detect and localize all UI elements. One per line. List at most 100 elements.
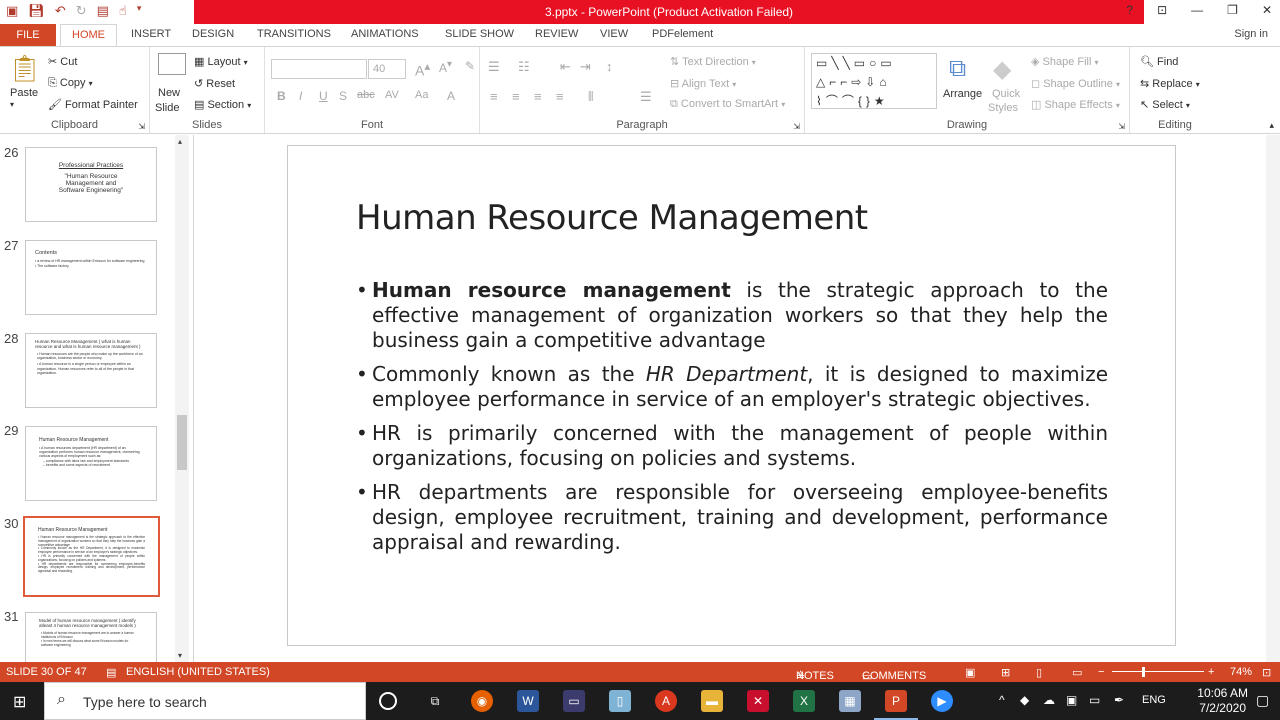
clipboard-launcher-icon[interactable]: ⇲ bbox=[138, 122, 145, 131]
system-clock[interactable]: 10:06 AM 7/2/2020 bbox=[1197, 686, 1248, 716]
new-slide-label-2[interactable]: Slide bbox=[155, 102, 179, 114]
columns-icon[interactable]: ⫴ bbox=[588, 89, 593, 105]
minimize-icon[interactable]: — bbox=[1191, 3, 1203, 17]
paste-icon[interactable]: 📋︎ bbox=[8, 53, 41, 83]
xmind-icon[interactable]: ✕ bbox=[747, 690, 769, 712]
app-icon[interactable]: ▭ bbox=[563, 690, 585, 712]
notification-icon[interactable]: ▢ bbox=[1256, 692, 1269, 709]
quick-styles-label-1[interactable]: Quick bbox=[992, 88, 1020, 100]
quick-styles-icon[interactable]: ◆ bbox=[993, 55, 1025, 85]
slide-thumbnail-31[interactable]: Model of human resource management ( ide… bbox=[25, 612, 157, 662]
slide-thumbnail-30[interactable]: Human Resource Management • Human resour… bbox=[23, 516, 160, 597]
new-slide-icon[interactable] bbox=[158, 53, 186, 75]
collapse-ribbon-icon[interactable]: ▴ bbox=[1269, 120, 1274, 131]
battery-icon[interactable]: ▭ bbox=[1089, 693, 1100, 707]
dropbox-icon[interactable]: ◆ bbox=[1020, 693, 1029, 707]
arrange-button[interactable]: Arrange bbox=[943, 88, 982, 100]
tab-home[interactable]: HOME bbox=[60, 24, 117, 47]
bullets-icon[interactable]: ☰ bbox=[488, 59, 500, 75]
align-right-icon[interactable]: ≡ bbox=[534, 89, 542, 104]
shape-fill-button[interactable]: ◈ Shape Fill ▾ bbox=[1031, 55, 1099, 68]
align-center-icon[interactable]: ≡ bbox=[512, 89, 520, 104]
zoom-level[interactable]: 74% bbox=[1230, 666, 1252, 678]
save-icon[interactable]: 💾︎ bbox=[28, 3, 45, 19]
tab-design[interactable]: DESIGN bbox=[192, 28, 234, 40]
zoom-out-icon[interactable]: − bbox=[1098, 666, 1104, 678]
tab-pdfelement[interactable]: PDFelement bbox=[652, 28, 713, 40]
input-language[interactable]: ENG bbox=[1142, 694, 1166, 706]
task-view-icon[interactable]: ⧉ bbox=[424, 690, 446, 712]
network-icon[interactable]: ▣ bbox=[1066, 693, 1077, 707]
excel-icon[interactable]: X bbox=[793, 690, 815, 712]
image-viewer-icon[interactable]: ▦ bbox=[839, 690, 861, 712]
align-text-button[interactable]: ⊟ Align Text ▾ bbox=[670, 77, 736, 90]
scroll-up-icon[interactable]: ▴ bbox=[178, 137, 182, 146]
taskbar-search-box[interactable]: ⌕ Type here to search bbox=[44, 682, 366, 720]
tab-transitions[interactable]: TRANSITIONS bbox=[257, 28, 331, 40]
canvas-right-scrollbar[interactable] bbox=[1266, 135, 1280, 662]
bold-icon[interactable]: B bbox=[277, 89, 286, 103]
arrange-icon[interactable]: ⧉ bbox=[949, 55, 981, 85]
decrease-indent-icon[interactable]: ⇤ bbox=[560, 59, 571, 75]
replace-button[interactable]: ⇆ Replace ▾ bbox=[1140, 77, 1200, 90]
find-button[interactable]: 🔍︎ Find bbox=[1140, 55, 1178, 68]
restore-icon[interactable]: ❐ bbox=[1227, 3, 1238, 17]
numbering-icon[interactable]: ☷ bbox=[518, 59, 530, 75]
shape-outline-button[interactable]: ◻ Shape Outline ▾ bbox=[1031, 77, 1120, 90]
ribbon-display-icon[interactable]: ⊡ bbox=[1157, 3, 1167, 17]
slide-body[interactable]: Human resource management is the strateg… bbox=[356, 278, 1108, 564]
select-button[interactable]: ↖ Select ▾ bbox=[1140, 98, 1190, 111]
slide-thumbnail-28[interactable]: Human Resource Management ( what is huma… bbox=[25, 333, 157, 408]
convert-smartart-button[interactable]: ⧉ Convert to SmartArt ▾ bbox=[670, 98, 785, 111]
current-slide[interactable]: Human Resource Management Human resource… bbox=[287, 145, 1176, 646]
touch-mode-icon[interactable]: ☝ bbox=[119, 3, 127, 19]
slide-thumbnail-26[interactable]: Professional Practices "Human Resource M… bbox=[25, 147, 157, 222]
zoom-in-icon[interactable]: + bbox=[1208, 666, 1214, 678]
italic-icon[interactable]: I bbox=[299, 89, 302, 103]
undo-icon[interactable]: ↶ bbox=[55, 3, 66, 19]
slide-title[interactable]: Human Resource Management bbox=[356, 198, 868, 238]
language-indicator[interactable]: ENGLISH (UNITED STATES) bbox=[126, 666, 270, 678]
paste-button[interactable]: Paste bbox=[10, 87, 38, 99]
notepad-icon[interactable]: ▯ bbox=[609, 690, 631, 712]
spell-check-icon[interactable]: ▤ bbox=[106, 666, 116, 679]
close-icon[interactable]: ✕ bbox=[1262, 3, 1272, 17]
reading-view-icon[interactable]: ▯ bbox=[1036, 666, 1042, 679]
increase-indent-icon[interactable]: ⇥ bbox=[580, 59, 591, 75]
shrink-font-icon[interactable]: A▾ bbox=[439, 59, 452, 75]
normal-view-icon[interactable]: ▣ bbox=[965, 666, 975, 679]
help-icon[interactable]: ? bbox=[1126, 3, 1133, 17]
fit-slide-icon[interactable]: ⊡ bbox=[1262, 666, 1271, 679]
new-slide-label-1[interactable]: New bbox=[158, 87, 180, 99]
start-from-beginning-icon[interactable]: ▤ bbox=[97, 3, 109, 19]
customize-qat-icon[interactable]: ▾ bbox=[137, 3, 142, 19]
quick-styles-label-2[interactable]: Styles bbox=[988, 102, 1018, 114]
slide-thumbnail-29[interactable]: Human Resource Management • A human reso… bbox=[25, 426, 157, 501]
cut-button[interactable]: ✂ Cut bbox=[48, 55, 77, 68]
tab-review[interactable]: REVIEW bbox=[535, 28, 578, 40]
tab-animations[interactable]: ANIMATIONS bbox=[351, 28, 419, 40]
slide-show-icon[interactable]: ▭ bbox=[1072, 666, 1082, 679]
underline-icon[interactable]: U bbox=[319, 89, 328, 103]
slide-sorter-icon[interactable]: ⊞ bbox=[1001, 666, 1010, 679]
shape-effects-button[interactable]: ◫ Shape Effects ▾ bbox=[1031, 98, 1120, 111]
text-align-extra-icon[interactable]: ☰ bbox=[640, 89, 652, 105]
firefox-icon[interactable]: ◉ bbox=[471, 690, 493, 712]
line-spacing-icon[interactable]: ↕ bbox=[606, 59, 613, 74]
reset-button[interactable]: ↺ Reset bbox=[194, 77, 235, 90]
slide-thumbnail-27[interactable]: Contents • a review of HR management wit… bbox=[25, 240, 157, 315]
grow-font-icon[interactable]: A▴ bbox=[415, 59, 430, 79]
paragraph-launcher-icon[interactable]: ⇲ bbox=[793, 122, 800, 131]
text-direction-button[interactable]: ⇅ Text Direction ▾ bbox=[670, 55, 756, 68]
hidden-icons-chevron-icon[interactable]: ^ bbox=[999, 693, 1005, 707]
drawing-launcher-icon[interactable]: ⇲ bbox=[1118, 122, 1125, 131]
zoom-slider[interactable] bbox=[1112, 671, 1204, 672]
windows-start-icon[interactable]: ⊞ bbox=[13, 692, 26, 712]
sign-in-link[interactable]: Sign in bbox=[1234, 28, 1268, 40]
format-painter-button[interactable]: 🖌︎ Format Painter bbox=[48, 98, 138, 111]
pdf-icon[interactable]: A bbox=[655, 690, 677, 712]
tab-view[interactable]: VIEW bbox=[600, 28, 628, 40]
change-case-icon[interactable]: Aa bbox=[415, 89, 428, 101]
clear-formatting-icon[interactable]: ✎ bbox=[465, 59, 475, 73]
justify-icon[interactable]: ≡ bbox=[556, 89, 564, 104]
